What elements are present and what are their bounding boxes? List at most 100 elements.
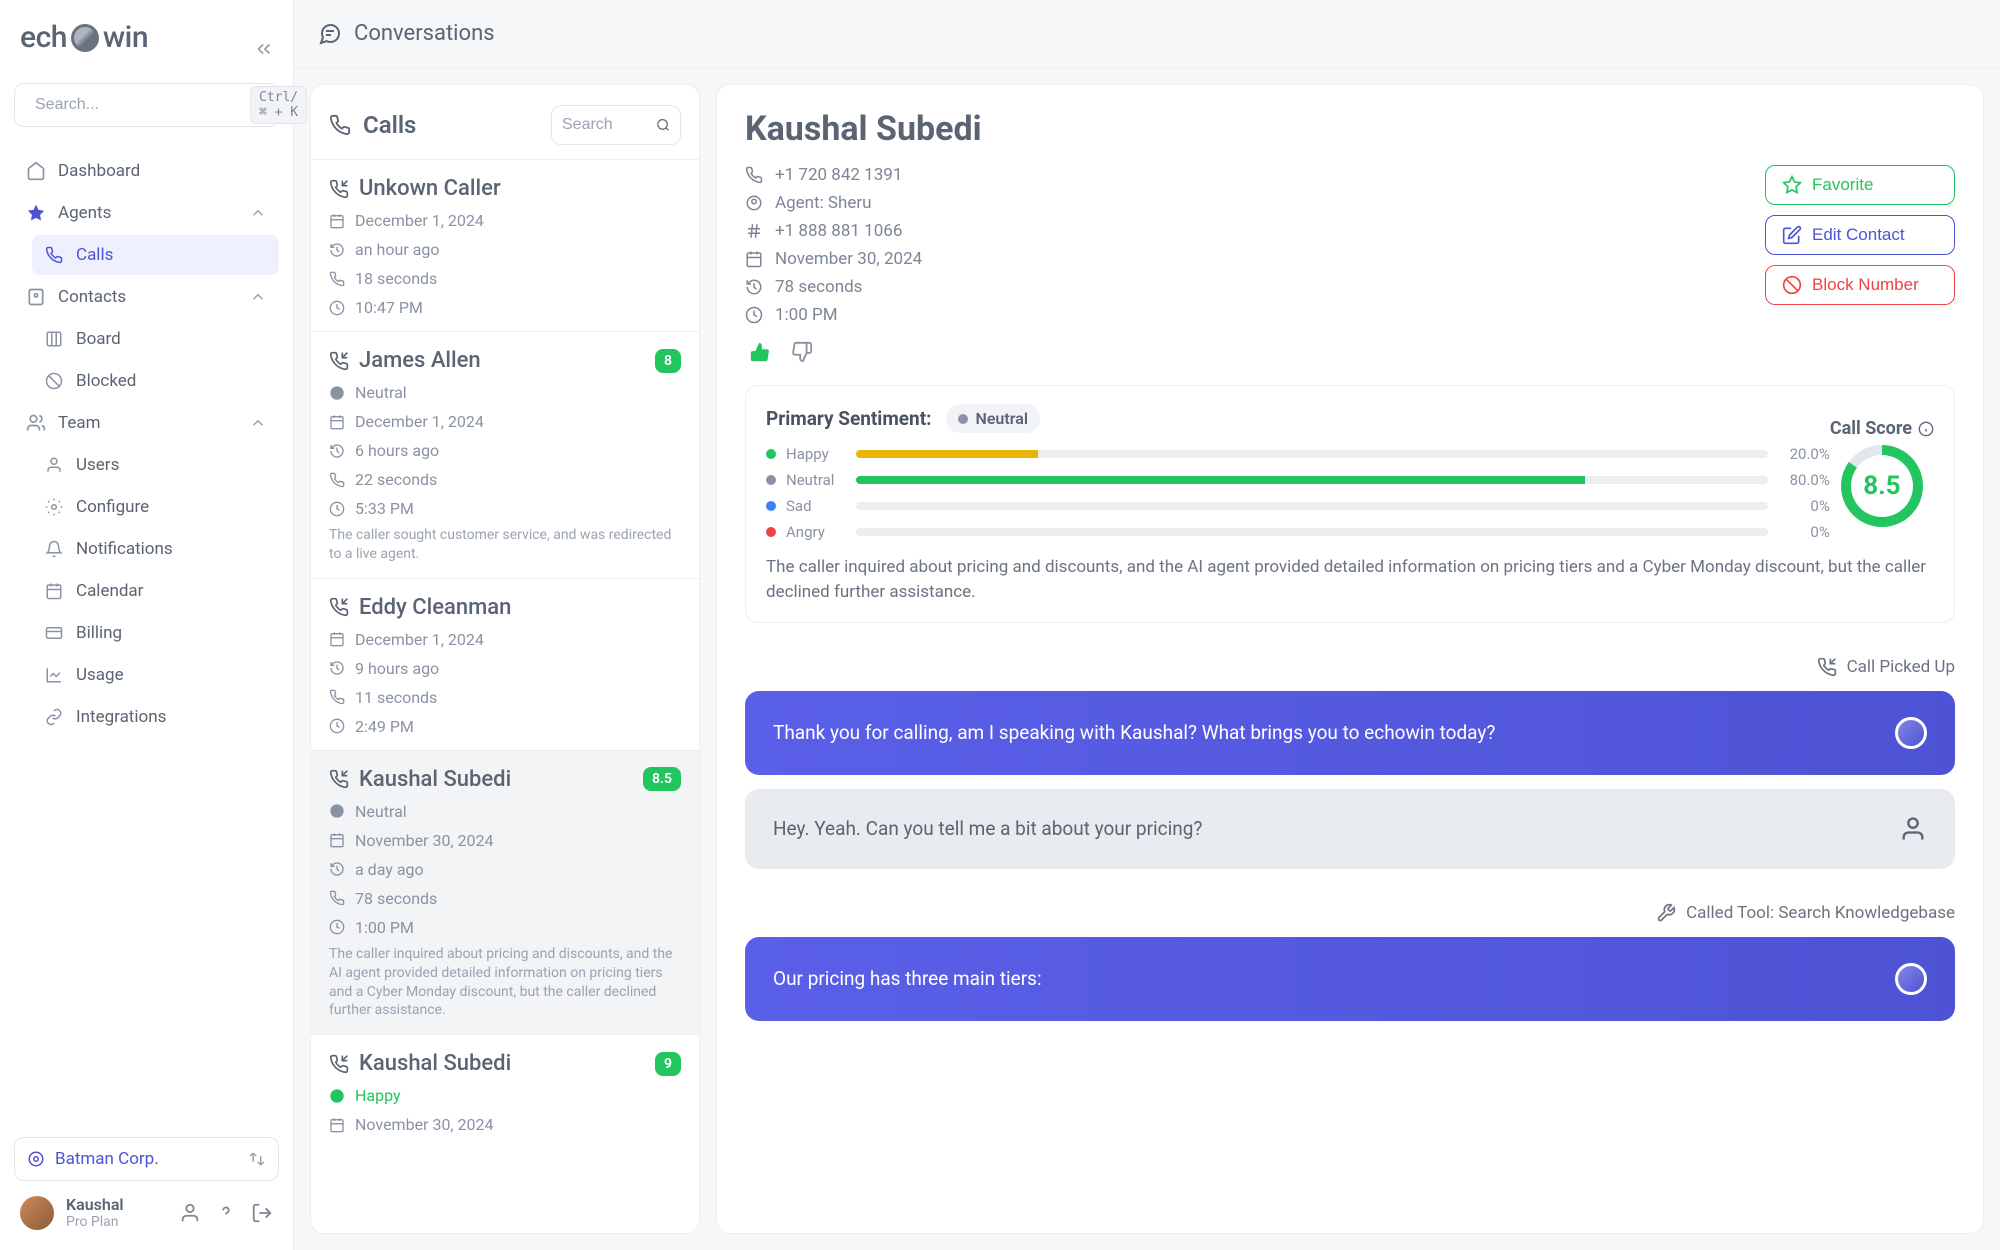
nav-board[interactable]: Board xyxy=(32,319,279,359)
global-search-input[interactable] xyxy=(35,96,242,114)
nav-notifications[interactable]: Notifications xyxy=(32,529,279,569)
clock-icon xyxy=(329,300,345,316)
block-number-button[interactable]: Block Number xyxy=(1765,265,1955,305)
nav-calendar[interactable]: Calendar xyxy=(32,571,279,611)
call-card[interactable]: Kaushal Subedi8.5NeutralNovember 30, 202… xyxy=(311,750,699,1035)
contact-name: Kaushal Subedi xyxy=(745,109,1955,149)
nav-team-label: Team xyxy=(58,413,101,433)
calendar-icon xyxy=(44,581,64,601)
call-list[interactable]: Unkown CallerDecember 1, 2024an hour ago… xyxy=(311,159,699,1233)
thumbs-down-button[interactable] xyxy=(791,341,813,363)
sentiment-row: Neutral80.0% xyxy=(766,471,1830,489)
nav-dashboard[interactable]: Dashboard xyxy=(14,151,279,191)
nav-team[interactable]: Team xyxy=(14,403,279,443)
nav-integrations[interactable]: Integrations xyxy=(32,697,279,737)
sentiment-summary: The caller inquired about pricing and di… xyxy=(766,555,1934,604)
phone-icon xyxy=(329,472,345,488)
org-switcher[interactable]: Batman Corp. xyxy=(14,1137,279,1181)
call-name: Unkown Caller xyxy=(359,176,501,201)
user-icon xyxy=(1899,815,1927,843)
duration-icon xyxy=(745,278,763,296)
call-card[interactable]: Eddy CleanmanDecember 1, 20249 hours ago… xyxy=(311,578,699,750)
help-button[interactable] xyxy=(215,1202,237,1224)
thumbs-up-button[interactable] xyxy=(749,341,771,363)
face-icon xyxy=(329,1088,345,1104)
user-plan: Pro Plan xyxy=(66,1214,124,1230)
sentiment-row: Angry0% xyxy=(766,523,1830,541)
hash-icon xyxy=(745,222,763,240)
profile-button[interactable] xyxy=(179,1202,201,1224)
call-card[interactable]: James Allen8NeutralDecember 1, 20246 hou… xyxy=(311,331,699,578)
edit-contact-button[interactable]: Edit Contact xyxy=(1765,215,1955,255)
nav-users-label: Users xyxy=(76,455,119,475)
clock-icon xyxy=(329,919,345,935)
score-badge: 9 xyxy=(655,1052,681,1076)
nav-agents-label: Agents xyxy=(58,203,111,223)
sentiment-bar xyxy=(856,502,1768,510)
phone-incoming-icon xyxy=(329,351,349,371)
sentiment-row: Sad0% xyxy=(766,497,1830,515)
favorite-button[interactable]: Favorite xyxy=(1765,165,1955,205)
logo-ring-icon xyxy=(71,24,99,52)
calendar-icon xyxy=(329,631,345,647)
nav-blocked[interactable]: Blocked xyxy=(32,361,279,401)
nav-usage[interactable]: Usage xyxy=(32,655,279,695)
message-ai: Our pricing has three main tiers: xyxy=(745,937,1955,1021)
sentiment-row: Happy20.0% xyxy=(766,445,1830,463)
logo: ech win xyxy=(14,20,279,55)
face-icon xyxy=(329,803,345,819)
detail-agent: Agent: Sheru xyxy=(775,193,872,213)
ai-avatar-icon xyxy=(1895,963,1927,995)
nav-calls[interactable]: Calls xyxy=(32,235,279,275)
nav-users[interactable]: Users xyxy=(32,445,279,485)
blocked-icon xyxy=(44,371,64,391)
clock-icon xyxy=(329,718,345,734)
calls-search[interactable] xyxy=(551,105,681,145)
phone-icon xyxy=(329,271,345,287)
nav-agents[interactable]: Agents xyxy=(14,193,279,233)
contacts-icon xyxy=(26,287,46,307)
chevron-up-icon xyxy=(249,288,267,306)
phone-icon xyxy=(44,245,64,265)
info-icon[interactable] xyxy=(1918,421,1934,437)
chart-icon xyxy=(44,665,64,685)
detail-date: November 30, 2024 xyxy=(775,249,922,269)
detail-actions: Favorite Edit Contact Block Number xyxy=(1765,165,1955,325)
user-row: Kaushal Pro Plan xyxy=(14,1181,279,1230)
nav-calls-label: Calls xyxy=(76,245,113,265)
link-icon xyxy=(44,707,64,727)
phone-incoming-icon xyxy=(329,597,349,617)
nav-configure[interactable]: Configure xyxy=(32,487,279,527)
call-card[interactable]: Kaushal Subedi9HappyNovember 30, 2024 xyxy=(311,1034,699,1148)
call-card[interactable]: Unkown CallerDecember 1, 2024an hour ago… xyxy=(311,159,699,331)
agent-icon xyxy=(745,194,763,212)
global-search[interactable]: Ctrl/⌘ + K xyxy=(14,83,279,127)
main: Conversations Calls Unkown CallerDecembe… xyxy=(294,0,2000,1250)
nav-dashboard-label: Dashboard xyxy=(58,161,140,181)
nav-calendar-label: Calendar xyxy=(76,581,143,601)
nav-integrations-label: Integrations xyxy=(76,707,166,727)
calls-search-input[interactable] xyxy=(562,116,648,134)
phone-icon xyxy=(329,114,351,136)
history-icon xyxy=(329,660,345,676)
call-name: Kaushal Subedi xyxy=(359,767,511,792)
collapse-sidebar-button[interactable] xyxy=(253,38,275,60)
avatar xyxy=(20,1196,54,1230)
nav-usage-label: Usage xyxy=(76,665,124,685)
bell-icon xyxy=(44,539,64,559)
billing-icon xyxy=(44,623,64,643)
call-summary: The caller inquired about pricing and di… xyxy=(329,945,681,1021)
nav-contacts-label: Contacts xyxy=(58,287,126,307)
sidebar: ech win Ctrl/⌘ + K Dashboard Agents Call… xyxy=(0,0,294,1250)
sentiment-dot xyxy=(766,475,776,485)
score-ring: 8.5 xyxy=(1841,445,1923,527)
board-icon xyxy=(44,329,64,349)
logout-button[interactable] xyxy=(251,1202,273,1224)
phone-incoming-icon xyxy=(329,1054,349,1074)
detail-panel: Kaushal Subedi +1 720 842 1391 Agent: Sh… xyxy=(716,84,1984,1234)
nav-configure-label: Configure xyxy=(76,497,149,517)
feedback-thumbs xyxy=(745,341,1955,363)
detail-number: +1 888 881 1066 xyxy=(775,221,902,241)
nav-contacts[interactable]: Contacts xyxy=(14,277,279,317)
nav-billing[interactable]: Billing xyxy=(32,613,279,653)
